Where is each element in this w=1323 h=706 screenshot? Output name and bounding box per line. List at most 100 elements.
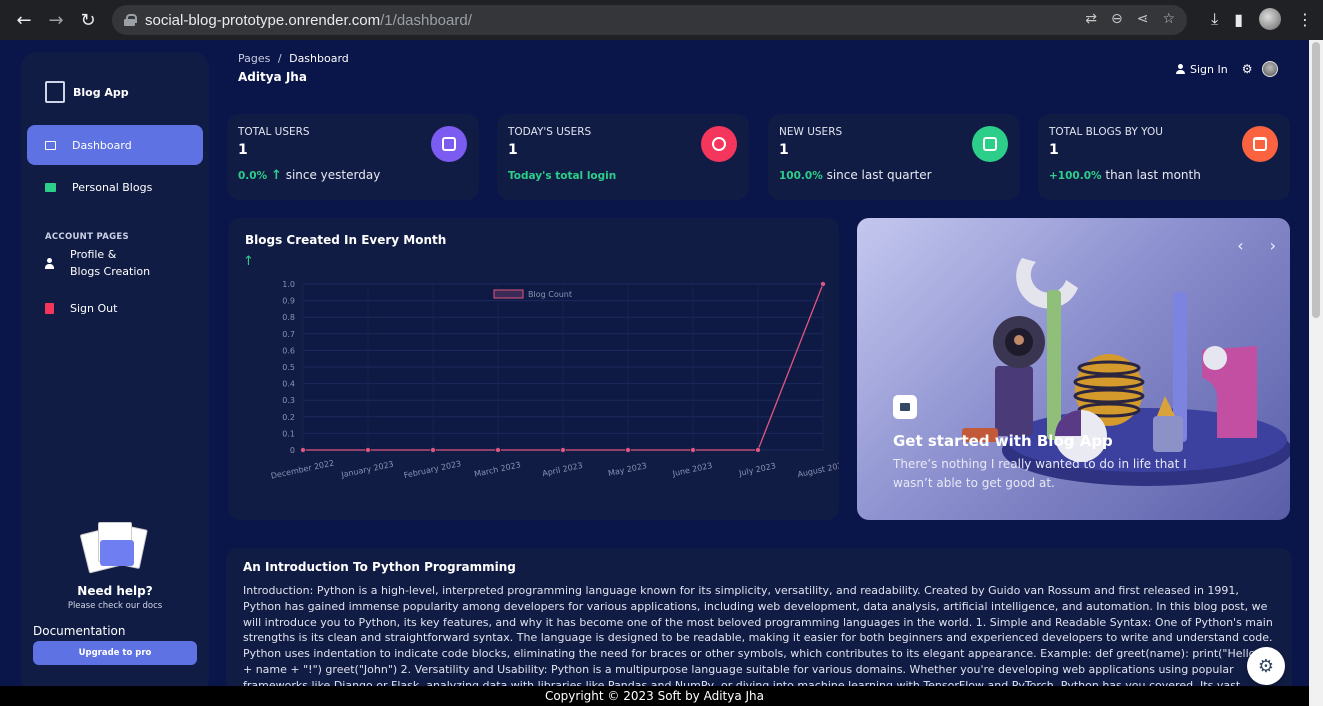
help-card: Need help? Please check our docs: [21, 522, 209, 611]
breadcrumb-current: Dashboard: [289, 52, 349, 65]
stat-footer: 0.0% ↑ since yesterday: [238, 168, 381, 183]
data-point: [690, 447, 696, 453]
x-tick-label: July 2023: [737, 461, 776, 478]
menu-icon[interactable]: ⋮: [1297, 10, 1313, 29]
lock-icon[interactable]: [124, 14, 137, 26]
user-icon: [1176, 64, 1185, 74]
data-point: [300, 447, 306, 453]
database-icon: [431, 126, 467, 162]
address-bar[interactable]: social-blog-prototype.onrender.com/1/das…: [112, 5, 1187, 35]
x-tick-label: December 2022: [270, 458, 335, 480]
gear-icon: ⚙: [1257, 655, 1275, 677]
line-chart: 0 0.1 0.2 0.3 0.4 0.5 0.6 0.7 0.8 0.9 1.0 December …: [270, 280, 839, 481]
carousel-prev-icon[interactable]: ‹: [1237, 236, 1243, 255]
stat-card-new-users: NEW USERS 1 100.0% since last quarter: [768, 114, 1020, 200]
data-point: [560, 447, 566, 453]
upgrade-button[interactable]: Upgrade to pro: [33, 641, 197, 665]
download-icon[interactable]: ⤓: [1211, 9, 1218, 29]
carousel-next-icon[interactable]: ›: [1270, 236, 1276, 255]
help-title: Need help?: [77, 584, 153, 598]
avatar[interactable]: [1262, 61, 1279, 77]
x-tick-label: May 2023: [607, 461, 647, 478]
x-tick-label: February 2023: [403, 459, 462, 480]
documentation-link[interactable]: Documentation: [33, 624, 126, 638]
profile-line-2: Blogs Creation: [70, 265, 151, 278]
y-tick-label: 0.8: [282, 313, 295, 322]
sidebar: Blog App Dashboard Personal Blogs ACCOUN…: [21, 52, 209, 695]
sign-in-label: Sign In: [1190, 62, 1228, 76]
sidebar-item-label: Profile & Blogs Creation: [70, 246, 150, 280]
brand-name: Blog App: [73, 85, 129, 99]
data-point: [625, 447, 631, 453]
header-actions: Sign In ⚙: [1176, 61, 1279, 77]
carousel-text: There’s nothing I really wanted to do in…: [893, 457, 1187, 490]
share-icon[interactable]: ⋖: [1137, 11, 1149, 27]
globe-icon: [701, 126, 737, 162]
x-tick-label: April 2023: [541, 461, 583, 478]
url-text[interactable]: social-blog-prototype.onrender.com/1/das…: [145, 12, 472, 29]
data-point: [755, 447, 761, 453]
help-subtitle: Please check our docs: [67, 601, 163, 611]
y-tick-label: 0.3: [282, 396, 295, 405]
sidebar-item-profile[interactable]: Profile & Blogs Creation: [27, 242, 203, 284]
document-icon: [972, 126, 1008, 162]
back-icon[interactable]: ←: [8, 10, 40, 31]
y-tick-label: 0.4: [282, 380, 295, 389]
reload-icon[interactable]: ↻: [72, 10, 104, 31]
page-title: Aditya Jha: [238, 70, 307, 84]
stat-card-total-users: TOTAL USERS 1 0.0% ↑ since yesterday: [227, 114, 479, 200]
translate-icon[interactable]: ⇄: [1085, 11, 1097, 27]
sidebar-item-label: Dashboard: [72, 138, 132, 152]
browser-toolbar: ← → ↻ social-blog-prototype.onrender.com…: [0, 0, 1323, 40]
y-tick-label: 1.0: [282, 280, 295, 289]
legend-swatch: [493, 289, 524, 299]
profile-line-1: Profile &: [70, 248, 117, 261]
section-label: ACCOUNT PAGES: [45, 232, 129, 242]
x-tick-label: March 2023: [473, 460, 521, 479]
sidebar-item-personal-blogs[interactable]: Personal Blogs: [27, 167, 203, 207]
breadcrumb-separator: /: [277, 52, 282, 65]
document-icon: [45, 302, 54, 314]
zoom-icon[interactable]: ⊖: [1111, 11, 1123, 27]
docs-illustration: [79, 522, 150, 578]
breadcrumb: Pages / Dashboard: [238, 52, 349, 65]
sidebar-item-sign-out[interactable]: Sign Out: [27, 288, 203, 328]
y-tick-label: 0.2: [282, 413, 295, 422]
data-point: [365, 447, 371, 453]
y-tick-label: 0.9: [282, 297, 295, 306]
x-tick-label: January 2023: [340, 460, 395, 480]
page-content: Blog App Dashboard Personal Blogs ACCOUN…: [0, 40, 1309, 706]
stat-card-todays-users: TODAY'S USERS 1 Today's total login: [497, 114, 749, 200]
y-tick-label: 0.1: [282, 429, 295, 438]
carousel-title: Get started with Blog App: [893, 432, 1113, 450]
scrollbar[interactable]: [1309, 40, 1323, 706]
sidebar-item-dashboard[interactable]: Dashboard: [27, 125, 203, 165]
stat-footer: +100.0% than last month: [1049, 168, 1201, 182]
cart-icon: [1242, 126, 1278, 162]
settings-fab[interactable]: ⚙: [1247, 647, 1285, 685]
star-icon[interactable]: ☆: [1162, 11, 1175, 27]
stat-footer: Today's total login: [508, 170, 617, 182]
camera-icon: [893, 395, 917, 419]
side-panel-icon[interactable]: ▮: [1234, 10, 1243, 29]
breadcrumb-pages[interactable]: Pages: [238, 52, 270, 65]
y-tick-label: 0.7: [282, 330, 295, 339]
legend-label: Blog Count: [528, 290, 572, 299]
data-point: [495, 447, 501, 453]
forward-icon[interactable]: →: [40, 10, 72, 31]
chart-card: Blogs Created In Every Month ↑ 0 0.1 0.2 0.…: [228, 218, 839, 520]
brand[interactable]: Blog App: [45, 81, 129, 103]
profile-avatar[interactable]: [1259, 8, 1281, 30]
brand-logo-icon: [45, 81, 65, 103]
x-tick-label: June 2023: [671, 461, 713, 478]
stat-card-total-blogs: TOTAL BLOGS BY YOU 1 +100.0% than last m…: [1038, 114, 1290, 200]
blog-post-title[interactable]: An Introduction To Python Programming: [243, 560, 516, 574]
data-point: [820, 281, 826, 287]
arrow-up-icon: ↑: [270, 168, 282, 183]
data-point: [430, 447, 436, 453]
table-icon: [45, 182, 56, 192]
settings-icon[interactable]: ⚙: [1242, 62, 1253, 76]
blog-post-card: An Introduction To Python Programming In…: [226, 548, 1292, 706]
sign-in-link[interactable]: Sign In: [1176, 63, 1228, 76]
y-tick-label: 0.6: [282, 346, 295, 355]
